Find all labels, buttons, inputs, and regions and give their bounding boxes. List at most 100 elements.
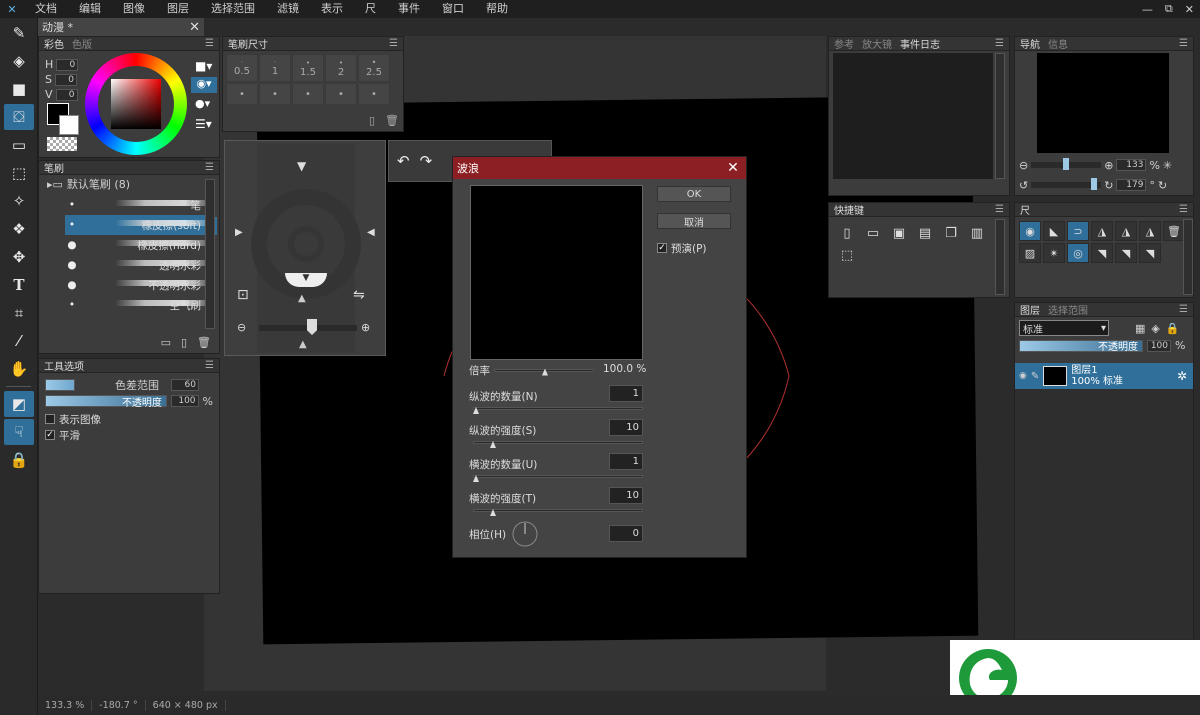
menu-item[interactable]: 表示 xyxy=(310,0,354,18)
redo-icon[interactable]: ↷ xyxy=(420,152,433,170)
menu-item[interactable]: 窗口 xyxy=(431,0,475,18)
transparent-swatch[interactable] xyxy=(47,137,77,151)
nav-zoom-in-icon[interactable]: ⊕ xyxy=(1104,159,1113,172)
tab-layers[interactable]: 图层 xyxy=(1020,302,1040,317)
minimize-button[interactable]: — xyxy=(1142,3,1153,16)
param-value-field[interactable]: 10 xyxy=(609,487,643,504)
canvas-mode-icon[interactable]: ◩ xyxy=(4,391,34,417)
menu-item[interactable]: 尺 xyxy=(354,0,387,18)
param-slider-track[interactable] xyxy=(473,475,643,478)
color-mode-slider-icon[interactable]: ●▾ xyxy=(195,97,210,110)
new-brush-icon[interactable]: ▯ xyxy=(181,336,187,349)
menu-item[interactable]: 编辑 xyxy=(68,0,112,18)
brush-item[interactable]: • 橡皮擦(soft) xyxy=(65,215,215,235)
arrow-down-icon[interactable]: ▲ xyxy=(299,339,307,350)
brush-size-option[interactable]: • 2.5 xyxy=(358,54,390,82)
param-slider-track[interactable] xyxy=(473,509,643,512)
smooth-checkbox[interactable]: ✓ xyxy=(45,430,55,440)
ruler-straight-icon[interactable]: ◣ xyxy=(1043,221,1065,241)
ruler-perspective2-icon[interactable]: ◮ xyxy=(1115,221,1137,241)
brush-size-option[interactable]: • xyxy=(226,83,258,105)
delete-brush-size-icon[interactable]: 🗑 xyxy=(385,114,399,127)
brush-size-option[interactable]: • xyxy=(292,83,324,105)
select-all-icon[interactable]: ⬚ xyxy=(837,245,857,265)
brush-item[interactable]: ● 透明水彩 xyxy=(65,255,215,275)
nav-zoom-field[interactable]: 133 xyxy=(1116,159,1147,171)
new-file-icon[interactable]: ▯ xyxy=(837,223,857,243)
copy-icon[interactable]: ❐ xyxy=(941,223,961,243)
tab-navigator[interactable]: 导航 xyxy=(1020,36,1040,51)
cancel-button[interactable]: 取消 xyxy=(657,213,731,229)
ruler-concentric-icon[interactable]: ◎ xyxy=(1067,243,1089,263)
param-slider-track[interactable] xyxy=(473,407,643,410)
menu-item[interactable]: 文档 xyxy=(24,0,68,18)
navigator-thumbnail[interactable] xyxy=(1037,53,1169,153)
layer-row[interactable]: ◉ ✎ 图层1 100% 标准 ✲ xyxy=(1015,363,1193,389)
layer-stack-icon[interactable]: ◈ xyxy=(1151,322,1159,335)
ruler-perspective3-icon[interactable]: ◮ xyxy=(1139,221,1161,241)
tab-info[interactable]: 信息 xyxy=(1048,36,1068,51)
pen-tool-icon[interactable]: ✎ xyxy=(4,20,34,46)
hand-mode-icon[interactable]: ☟ xyxy=(4,419,34,445)
rotate-right-icon[interactable]: ↻ xyxy=(1104,179,1113,192)
color-wheel[interactable] xyxy=(85,53,187,155)
layer-visibility-icon[interactable]: ◉ xyxy=(1019,371,1027,381)
phase-dial[interactable] xyxy=(512,521,538,547)
param-value-field[interactable]: 1 xyxy=(609,453,643,470)
panel-menu-icon[interactable]: ☰ xyxy=(389,38,398,49)
rotate-left-icon[interactable]: ↺ xyxy=(1019,179,1028,192)
ruler-vanish2-icon[interactable]: ◥ xyxy=(1115,243,1137,263)
phase-field[interactable]: 0 xyxy=(609,525,643,542)
delete-brush-icon[interactable]: 🗑 xyxy=(197,336,211,349)
menu-item[interactable]: 选择范围 xyxy=(200,0,266,18)
brush-item[interactable]: ● 橡皮擦(hard) xyxy=(65,235,215,255)
nav-zoom-out-icon[interactable]: ⊖ xyxy=(1019,159,1028,172)
rect-tool-icon[interactable]: ■ xyxy=(4,76,34,102)
panel-menu-icon[interactable]: ☰ xyxy=(995,38,1004,49)
s-field[interactable]: 0 xyxy=(54,73,77,86)
tab-palette[interactable]: 色版 xyxy=(72,36,92,51)
eraser-tool-icon[interactable]: ◈ xyxy=(4,48,34,74)
brush-size-option[interactable]: • xyxy=(259,83,291,105)
nav-rotate-field[interactable]: 179 xyxy=(1116,179,1147,191)
brush-size-option[interactable]: • xyxy=(325,83,357,105)
menu-item[interactable]: 滤镜 xyxy=(266,0,310,18)
close-window-button[interactable]: ✕ xyxy=(1185,3,1194,16)
ruler-delete-icon[interactable]: 🗑 xyxy=(1163,221,1185,241)
param-value-field[interactable]: 10 xyxy=(609,419,643,436)
layer-opacity-slider[interactable]: 不透明度 xyxy=(1019,339,1143,353)
lock-icon[interactable]: 🔒 xyxy=(4,447,34,473)
move-tool-icon[interactable]: ✥ xyxy=(4,244,34,270)
rotate-reset-icon[interactable]: ↻ xyxy=(1158,179,1167,192)
tab-event-log[interactable]: 事件日志 xyxy=(900,36,940,51)
panel-menu-icon[interactable]: ☰ xyxy=(205,38,214,49)
panel-menu-icon[interactable]: ☰ xyxy=(1179,204,1188,215)
event-log-scrollbar[interactable] xyxy=(995,53,1005,179)
range-field[interactable]: 60 xyxy=(171,379,199,391)
panel-menu-icon[interactable]: ☰ xyxy=(205,360,214,371)
preview-checkbox[interactable]: ✓ xyxy=(657,243,667,253)
arrow-up-icon[interactable]: ▼ xyxy=(297,159,306,173)
brush-item[interactable]: • 笔 xyxy=(65,195,215,215)
layer-lock-icon[interactable]: 🔒 xyxy=(1166,322,1180,335)
ruler-scrollbar[interactable] xyxy=(1183,219,1193,295)
brush-size-option[interactable]: • xyxy=(358,83,390,105)
zoom-in-icon[interactable]: ⊕ xyxy=(361,321,370,334)
param-slider-track[interactable] xyxy=(473,441,643,444)
zoom-out-icon[interactable]: ⊖ xyxy=(237,321,246,334)
undo-icon[interactable]: ↶ xyxy=(397,152,410,170)
panel-menu-icon[interactable]: ☰ xyxy=(205,162,214,173)
gradient-tool-icon[interactable]: ▭ xyxy=(4,132,34,158)
text-tool-icon[interactable]: T xyxy=(4,272,34,298)
ruler-radial-icon[interactable]: ✴ xyxy=(1043,243,1065,263)
color-menu-icon[interactable]: ☰▾ xyxy=(195,117,212,131)
arrow-up-small-icon[interactable]: ▲ xyxy=(298,293,306,304)
brush-list-scrollbar[interactable] xyxy=(205,179,215,329)
shortcut-scrollbar[interactable] xyxy=(995,219,1005,295)
arrow-right-icon[interactable]: ◀ xyxy=(367,227,375,238)
brush-size-option[interactable]: · 0.5 xyxy=(226,54,258,82)
arrow-left-icon[interactable]: ▶ xyxy=(235,227,243,238)
hand-tool-icon[interactable]: ✋ xyxy=(4,356,34,382)
brush-size-option[interactable]: · 1 xyxy=(259,54,291,82)
tab-magnifier[interactable]: 放大镜 xyxy=(862,36,892,51)
